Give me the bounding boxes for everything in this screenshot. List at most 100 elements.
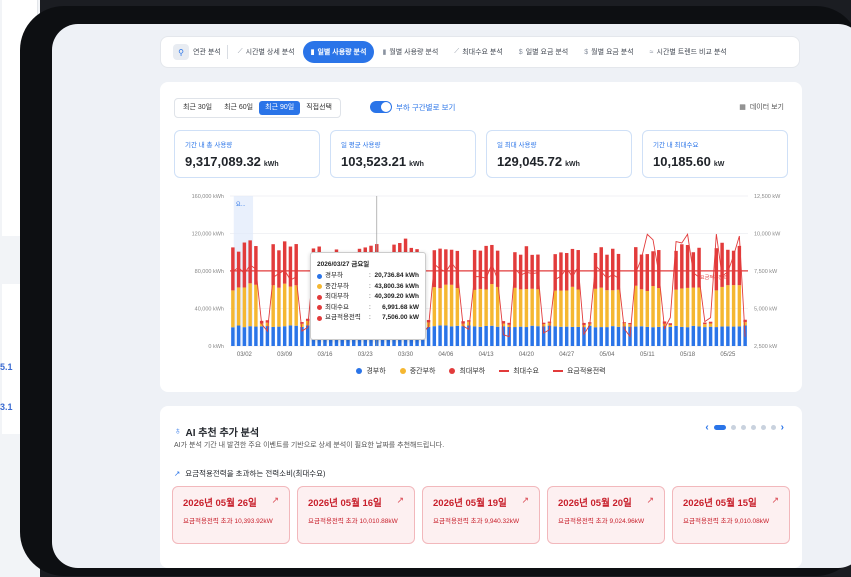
trend-up-icon: ↗: [646, 495, 654, 505]
bar-mid-load: [236, 287, 241, 326]
bar-off-peak: [564, 326, 569, 346]
bar-off-peak: [570, 326, 575, 346]
load-segment-toggle[interactable]: [370, 101, 392, 113]
bar-off-peak: [288, 325, 293, 346]
bar-peak-load: [634, 247, 638, 286]
tab-correlation-analysis[interactable]: ⚲ 연관 분석: [169, 41, 225, 63]
bar-peak-load: [518, 254, 523, 290]
legend-label: 중간부하: [409, 368, 436, 375]
tooltip-value: 7,506.00 kW: [382, 314, 419, 321]
recommendation-card[interactable]: 2026년 05월 26일 ↗ 요금적용전력 초과 10,393.92kW: [172, 486, 290, 544]
recommendation-date: 2026년 05월 16일: [308, 498, 382, 509]
legend-item-peak-demand[interactable]: 최대수요: [499, 366, 539, 376]
bar-mid-load: [726, 285, 730, 327]
recommendation-card[interactable]: 2026년 05월 20일 ↗ 요금적용전력 초과 9,024.96kW: [547, 486, 665, 544]
bar-off-peak: [703, 327, 707, 346]
carousel-page-dot[interactable]: [760, 425, 766, 430]
tooltip-date: 2026/03/27 금요일: [317, 261, 370, 268]
bar-peak-load: [242, 242, 247, 288]
recommendation-card[interactable]: 2026년 05월 19일 ↗ 요금적용전력 초과 9,940.32kW: [422, 486, 540, 544]
load-segment-toggle-label: 부하 구간별로 보기: [396, 103, 456, 112]
bar-mid-load: [438, 288, 442, 326]
bar-mid-load: [444, 284, 448, 326]
bar-off-peak: [685, 327, 690, 346]
bar-off-peak: [536, 326, 540, 346]
y-axis-right-tick-label: 10,000 kW: [754, 232, 781, 238]
bar-mid-load: [657, 288, 661, 327]
bar-mid-load: [674, 289, 678, 326]
table-icon: ▦: [739, 104, 746, 111]
tab-label: 일별 사용량 분석: [317, 49, 367, 56]
trend-icon: ⟋: [454, 48, 460, 55]
data-view-button[interactable]: ▦ 데이터 보기: [739, 102, 784, 112]
y-axis-right-tick-label: 2,500 kW: [754, 344, 778, 350]
bar-peak-load: [697, 247, 701, 288]
chart-legend: 경부하 중간부하 최대부하 최대수요 요금적용전력: [160, 366, 802, 376]
bar-mid-load: [582, 324, 586, 328]
tooltip-swatch: [317, 294, 322, 300]
ai-recommendation-cards: 2026년 05월 26일 ↗ 요금적용전력 초과 10,393.92kW 20…: [172, 486, 790, 544]
carousel-page-dot[interactable]: [730, 425, 736, 430]
bar-off-peak: [611, 326, 615, 346]
chevron-right-icon[interactable]: ›: [781, 422, 784, 433]
legend-label: 경부하: [366, 368, 386, 375]
bar-off-peak: [674, 325, 678, 346]
tooltip-series-name: 최대수요: [325, 303, 349, 311]
bar-off-peak: [438, 325, 442, 346]
bar-mid-load: [432, 287, 437, 327]
tab-peak-demand[interactable]: ⟋ 최대수요 분석: [446, 41, 511, 63]
stat-value: 103,523.21: [341, 154, 407, 169]
bar-off-peak: [242, 327, 247, 346]
tooltip-row: 중간부하:43,800.36 kWh: [317, 282, 419, 293]
recommendation-card[interactable]: 2026년 05월 15일 ↗ 요금적용전력 초과 9,010.08kW: [672, 486, 790, 544]
legend-line-swatch: [552, 370, 563, 372]
bar-mid-load: [559, 290, 563, 327]
stat-label: 기간 내 총 사용량: [185, 142, 233, 149]
bar-peak-load: [248, 240, 252, 284]
bar-peak-load: [236, 251, 241, 288]
stat-value: 129,045.72: [497, 154, 563, 169]
app-screen: ⚲ 연관 분석 ⟋ 시간별 상세 분석 ▮ 일별 사용량 분석 ▮ 월별 사용량 분석…: [52, 24, 851, 568]
y-axis-left-tick-label: 80,000 kWh: [195, 269, 224, 275]
carousel-page-dot[interactable]: [770, 425, 776, 430]
chevron-left-icon[interactable]: ‹: [705, 422, 708, 433]
tab-hourly-trend-compare[interactable]: ≈ 시간별 트렌드 비교 분석: [642, 41, 735, 63]
bar-off-peak: [518, 326, 523, 346]
bar-peak-load: [668, 323, 673, 325]
tab-monthly-cost[interactable]: $ 월별 요금 분석: [576, 41, 641, 63]
bar-off-peak: [616, 326, 621, 346]
bar-peak-load: [605, 254, 609, 291]
trend-up-icon: ↗: [174, 469, 181, 478]
trend-up-icon: ↗: [396, 495, 404, 505]
range-60-days-button[interactable]: 최근 60일: [218, 101, 259, 115]
bar-peak-load: [685, 244, 690, 288]
legend-item-off-peak[interactable]: 경부하: [356, 366, 386, 376]
tab-daily-usage[interactable]: ▮ 일별 사용량 분석: [302, 41, 375, 63]
bar-peak-load: [645, 254, 650, 291]
carousel-page-dot[interactable]: [750, 425, 756, 430]
x-axis-tick-label: 04/20: [519, 352, 535, 358]
tab-monthly-usage[interactable]: ▮ 월별 사용량 분석: [374, 41, 446, 63]
bar-peak-load: [703, 322, 707, 325]
bar-mid-load: [254, 284, 258, 327]
recommendation-card[interactable]: 2026년 05월 16일 ↗ 요금적용전력 초과 10,010.88kW: [297, 486, 415, 544]
analysis-tab-bar: ⚲ 연관 분석 ⟋ 시간별 상세 분석 ▮ 일별 사용량 분석 ▮ 월별 사용량 분석…: [160, 36, 800, 68]
daily-usage-chart[interactable]: 0 kWh 40,000 kWh 80,000 kWh 120,000 kWh 160,…: [160, 182, 802, 382]
range-90-days-button[interactable]: 최근 90일: [259, 101, 301, 115]
bar-mid-load: [547, 322, 552, 326]
legend-item-mid-load[interactable]: 중간부하: [399, 366, 436, 376]
legend-item-contract-power[interactable]: 요금적용전력: [552, 366, 606, 376]
bar-off-peak: [559, 326, 563, 346]
tab-hourly-detail[interactable]: ⟋ 시간별 상세 분석: [230, 41, 303, 63]
legend-item-peak-load[interactable]: 최대부하: [449, 366, 485, 376]
bar-mid-load: [570, 286, 575, 327]
range-30-days-button[interactable]: 최근 30일: [177, 101, 218, 115]
bar-peak-load: [651, 251, 655, 287]
tab-daily-cost[interactable]: $ 일별 요금 분석: [511, 41, 576, 63]
carousel-page-dot[interactable]: [713, 425, 726, 430]
bar-peak-load: [282, 241, 287, 284]
carousel-page-dot[interactable]: [740, 425, 746, 430]
range-custom-button[interactable]: 직접선택: [300, 101, 338, 115]
bar-mid-load: [708, 323, 713, 327]
stat-unit: kWh: [263, 161, 279, 168]
